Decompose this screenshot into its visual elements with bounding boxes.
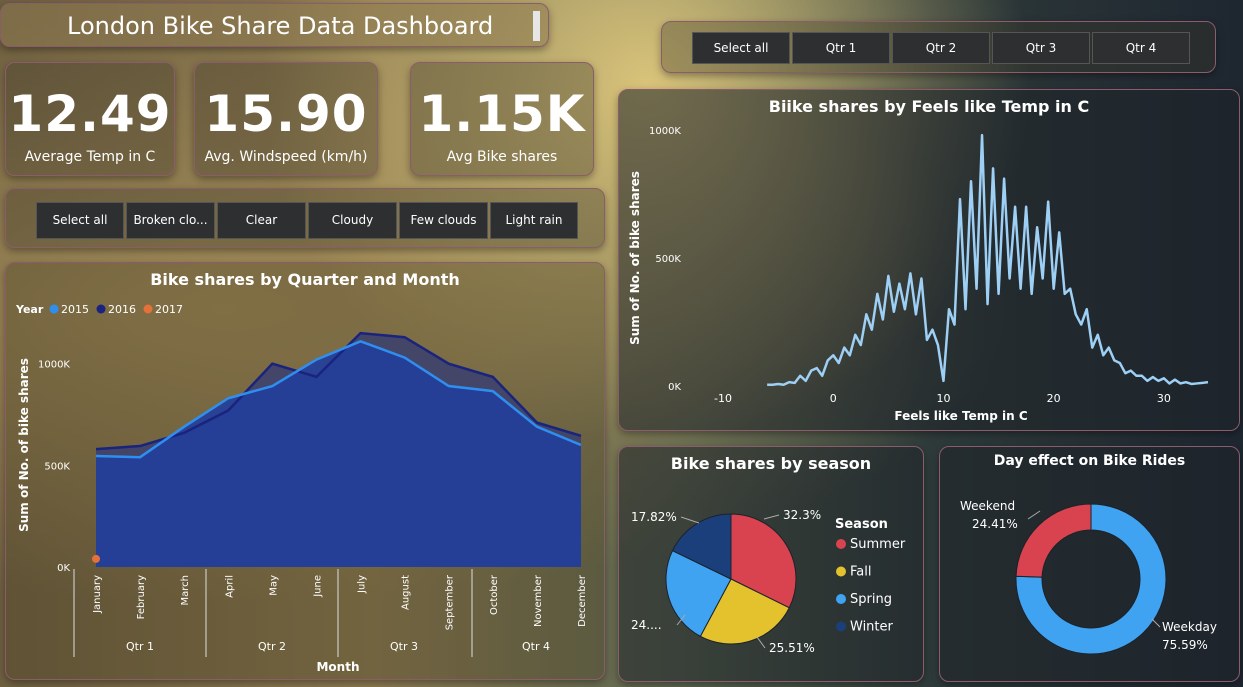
x-tick-label: 0 [830,392,837,405]
legend-label-2015: 2015 [61,303,89,316]
donut-data-label: 24.41% [972,517,1018,531]
quarter-slicer-select-all[interactable]: Select all [692,32,790,64]
x-tick-label: March [180,575,191,605]
y-tick-label: 1000K [649,126,681,137]
x-tick-label: July [357,575,368,594]
quarter-slicer-qtr4[interactable]: Qtr 4 [1092,32,1190,64]
x-tick-label: -10 [714,392,732,405]
kpi-label: Avg. Windspeed (km/h) [204,149,368,165]
kpi-avg-temp: 12.49 Average Temp in C [5,62,175,176]
y-tick-label: 1000K [38,360,70,371]
x-tick-label: September [445,574,456,630]
legend-label-spring: Spring [850,592,892,607]
quarter-slicer-qtr1[interactable]: Qtr 1 [792,32,890,64]
weather-slicer-broken-clouds[interactable]: Broken clo... [126,202,215,239]
weather-slicer-select-all[interactable]: Select all [36,202,124,239]
y-tick-label: 0K [668,382,681,393]
quarter-label: Qtr 2 [258,640,286,653]
y-tick-label: 500K [44,461,70,472]
legend-marker-2015 [49,304,59,314]
season-pie-chart: 32.3% 25.51% 24.... 17.82% Season Summer Fall S… [631,508,906,655]
y-axis-label: Sum of No. of bike shares [628,171,642,345]
area-2015 [96,341,581,567]
legend-marker-2017 [143,304,153,314]
pie-data-label: 24.... [631,618,662,632]
x-tick-label: February [136,575,147,619]
kpi-avg-bike-shares: 1.15K Avg Bike shares [410,62,594,176]
legend-marker-summer [836,539,846,549]
x-tick-label: 20 [1047,392,1061,405]
weather-slicer-few-clouds[interactable]: Few clouds [399,202,488,239]
legend-marker-2016 [96,304,106,314]
kpi-value: 1.15K [418,85,586,143]
legend-title: Season [835,517,888,532]
pie-leader-line [756,636,766,649]
day-effect-donut-chart: Weekend 24.41% Weekday 75.59% [960,499,1217,655]
legend-marker-fall [836,566,846,577]
quarter-slicer: Select all Qtr 1 Qtr 2 Qtr 3 Qtr 4 [661,21,1216,73]
y-tick-label: 0K [57,563,70,574]
kpi-label: Average Temp in C [24,149,156,165]
kpi-avg-windspeed: 15.90 Avg. Windspeed (km/h) [194,62,378,176]
title-scroll-indicator [533,11,540,41]
legend-label-2017: 2017 [155,303,183,316]
series-line-bike-shares [767,133,1209,386]
legend-marker-winter [836,621,846,632]
x-tick-label: June [312,575,323,598]
season-chart-panel: Bike shares by season 32.3% 25.51% 24.... 1… [618,446,924,682]
legend-label-2016: 2016 [108,303,136,316]
kpi-value: 12.49 [8,85,172,143]
y-axis-label: Sum of No. of bike shares [17,358,31,532]
legend-label-fall: Fall [850,565,871,580]
day-effect-chart-panel: Day effect on Bike Rides Weekend 24.41% We… [939,446,1240,682]
x-tick-label: August [401,575,412,610]
weather-slicer-cloudy[interactable]: Cloudy [308,202,397,239]
quarter-label: Qtr 4 [522,640,550,653]
weather-slicer: Select all Broken clo... Clear Cloudy Fe… [5,188,605,248]
x-tick-label: December [577,574,588,627]
feels-like-chart: 0K 500K 1000K -10 0 10 20 30 Sum of No. of bike … [628,126,1209,423]
x-axis-label: Month [316,660,359,674]
legend-title: Year [15,303,44,316]
quarter-month-chart-panel: Bike shares by Quarter and Month Year 201… [5,262,605,680]
pie-data-label: 25.51% [769,641,815,655]
feels-like-chart-panel: Biike shares by Feels like Temp in C 0K 5… [618,89,1240,431]
quarter-slicer-qtr3[interactable]: Qtr 3 [992,32,1090,64]
donut-category-label: Weekday [1162,620,1217,634]
x-tick-label: May [268,575,279,596]
kpi-value: 15.90 [204,85,368,143]
series-point-2017 [92,554,100,563]
donut-category-label: Weekend [960,499,1015,513]
legend-marker-spring [836,594,846,604]
weather-slicer-light-rain[interactable]: Light rain [490,202,578,239]
quarter-label: Qtr 3 [390,640,418,653]
dashboard-title-box: London Bike Share Data Dashboard [0,3,549,47]
pie-data-label: 32.3% [783,508,821,522]
x-tick-label: 10 [936,392,950,405]
weather-slicer-clear[interactable]: Clear [217,202,306,239]
x-tick-label: October [489,574,500,615]
x-tick-label: April [224,575,235,598]
page-title: London Bike Share Data Dashboard [67,12,494,40]
y-tick-label: 500K [655,254,681,265]
x-tick-label: January [92,575,103,614]
legend-label-summer: Summer [850,537,906,552]
x-axis-label: Feels like Temp in C [894,409,1027,423]
donut-leader-line [1027,510,1041,520]
donut-data-label: 75.59% [1162,638,1208,652]
quarter-month-chart: Year 2015 2016 2017 0K 500K 1000K Sum of No. of… [15,303,588,674]
x-tick-label: November [533,574,544,627]
pie-data-label: 17.82% [631,510,677,524]
quarter-label: Qtr 1 [126,640,154,653]
donut-leader-line [1151,618,1161,628]
donut-slice-weekend [1015,503,1092,578]
pie-leader-line [763,514,780,520]
quarter-slicer-qtr2[interactable]: Qtr 2 [892,32,990,64]
kpi-label: Avg Bike shares [446,149,558,165]
pie-leader-line [680,516,700,524]
x-tick-label: 30 [1157,392,1171,405]
legend-label-winter: Winter [850,620,894,635]
